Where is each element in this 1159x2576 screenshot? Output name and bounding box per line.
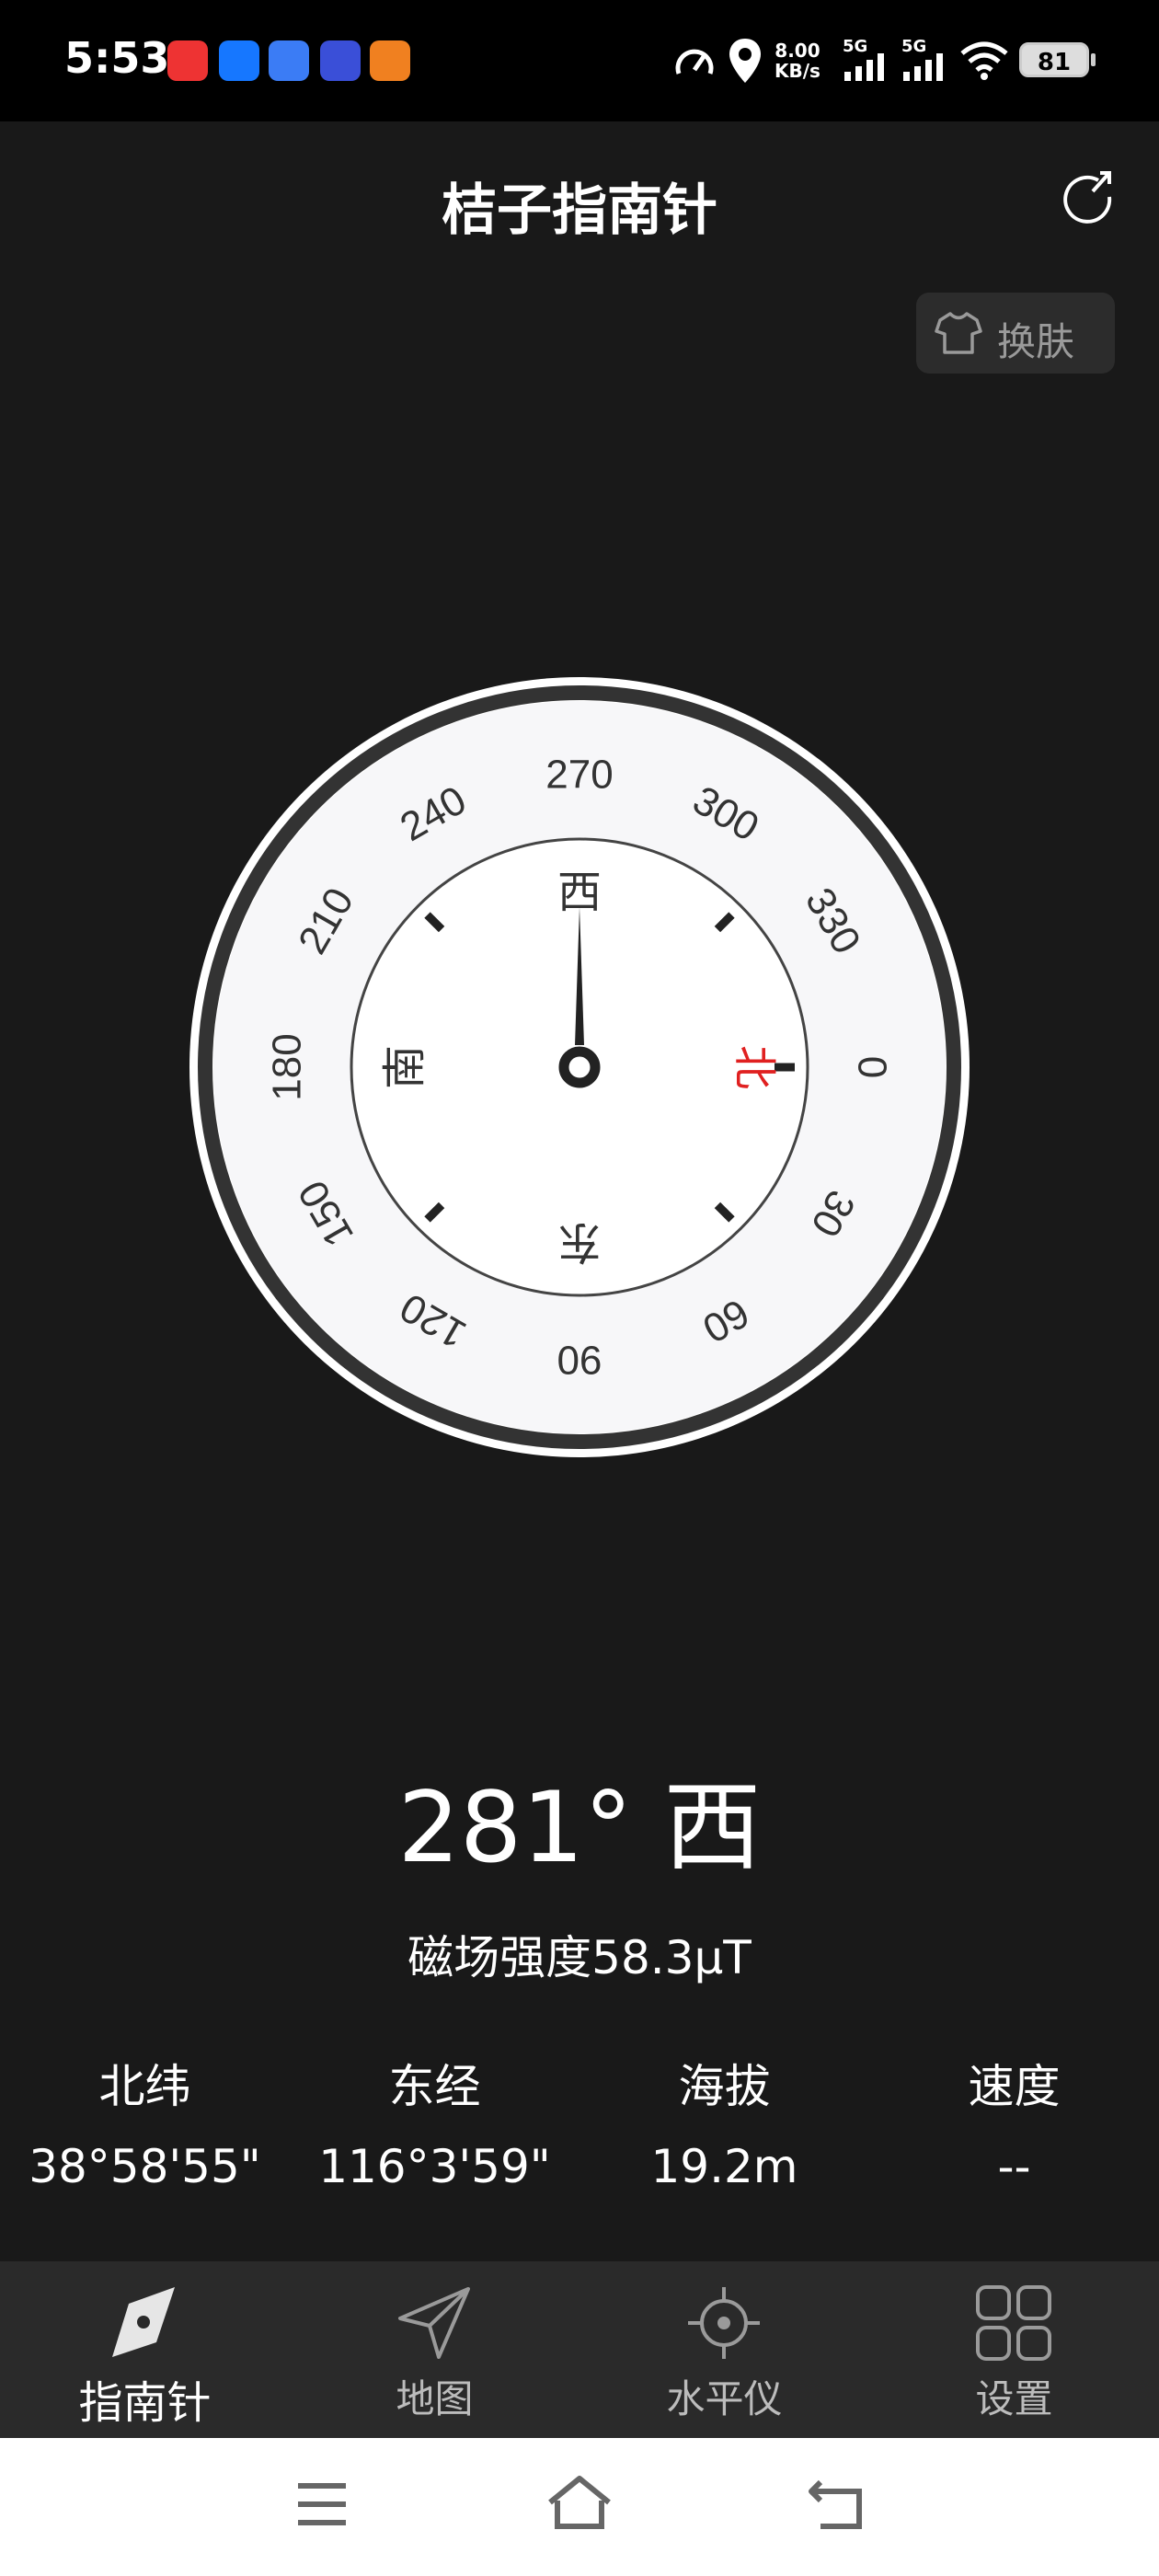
signal-bars-icon: [844, 53, 884, 81]
status-time: 5:53: [64, 33, 170, 83]
degree-label: 180: [265, 1033, 310, 1100]
nav-level[interactable]: 水平仪: [580, 2261, 869, 2438]
change-skin-label: 换肤: [997, 319, 1075, 364]
compass-dial: 0306090120150180210240270300330 北东南西: [189, 677, 970, 1457]
bottom-nav: 指南针 地图 水平仪 设置: [0, 2261, 1159, 2438]
menu-icon[interactable]: [294, 2478, 350, 2530]
refresh-icon[interactable]: [1058, 167, 1117, 226]
change-skin-button[interactable]: 换肤: [916, 293, 1115, 374]
degree-label: 0: [850, 1056, 895, 1078]
degree-label: 90: [557, 1338, 602, 1383]
info-label: 东经: [388, 2060, 481, 2113]
location-arrow-icon: [398, 2287, 470, 2359]
nav-label: 水平仪: [666, 2376, 783, 2421]
info-value: --: [997, 2140, 1031, 2193]
cardinal-north: 北: [729, 1045, 780, 1089]
nav-compass[interactable]: 指南针: [0, 2261, 290, 2438]
home-icon[interactable]: [546, 2473, 613, 2532]
wifi-icon: [960, 41, 1008, 80]
location-pin-icon: [729, 39, 761, 83]
cardinal-south: 南: [379, 1045, 430, 1089]
nav-label: 地图: [396, 2376, 474, 2421]
compass-icon: [112, 2287, 175, 2357]
info-label: 海拔: [678, 2060, 771, 2113]
nav-label: 指南针: [78, 2377, 212, 2429]
status-bar: 5:53 8.00 KB/s 5G 5G 81: [0, 0, 1159, 121]
info-label: 北纬: [98, 2060, 191, 2113]
nav-settings[interactable]: 设置: [869, 2261, 1159, 2438]
network-speed: 8.00 KB/s: [775, 40, 820, 81]
heading-readout: 281° 西: [397, 1771, 762, 1884]
info-value: 19.2m: [650, 2140, 798, 2193]
app-notification-icon: [167, 40, 208, 81]
nav-label: 设置: [975, 2376, 1053, 2421]
app-notification-icon: [370, 40, 410, 81]
crosshair-icon: [688, 2287, 760, 2359]
network-speed-value: 8.00: [775, 40, 820, 62]
battery-tip: [1091, 53, 1096, 66]
alipay-notification-icon: [219, 40, 259, 81]
info-altitude: 海拔 19.2m: [580, 2050, 869, 2193]
page-title: 桔子指南针: [442, 178, 717, 243]
shirt-icon: [935, 312, 982, 354]
nav-map[interactable]: 地图: [290, 2261, 580, 2438]
info-latitude: 北纬 38°58'55": [0, 2050, 290, 2193]
app-notification-icon: [269, 40, 309, 81]
info-label: 速度: [968, 2060, 1061, 2113]
system-navigation-bar: [0, 2438, 1159, 2576]
degree-label: 270: [545, 753, 613, 798]
battery-indicator: 81: [1019, 42, 1089, 77]
grid-icon: [976, 2285, 1051, 2361]
cardinal-east: 东: [557, 1216, 602, 1268]
signal-bars-icon: [903, 53, 943, 81]
magnetic-field-readout: 磁场强度58.3μT: [407, 1931, 752, 1984]
info-value: 116°3'59": [318, 2140, 551, 2193]
compass-needle-hub: [558, 1046, 601, 1088]
info-speed: 速度 --: [869, 2050, 1159, 2193]
info-longitude: 东经 116°3'59": [290, 2050, 580, 2193]
back-icon[interactable]: [808, 2475, 866, 2534]
info-value: 38°58'55": [29, 2140, 261, 2193]
tieba-notification-icon: [320, 40, 361, 81]
network-speed-unit: KB/s: [775, 60, 820, 82]
speedometer-icon: [675, 49, 714, 75]
